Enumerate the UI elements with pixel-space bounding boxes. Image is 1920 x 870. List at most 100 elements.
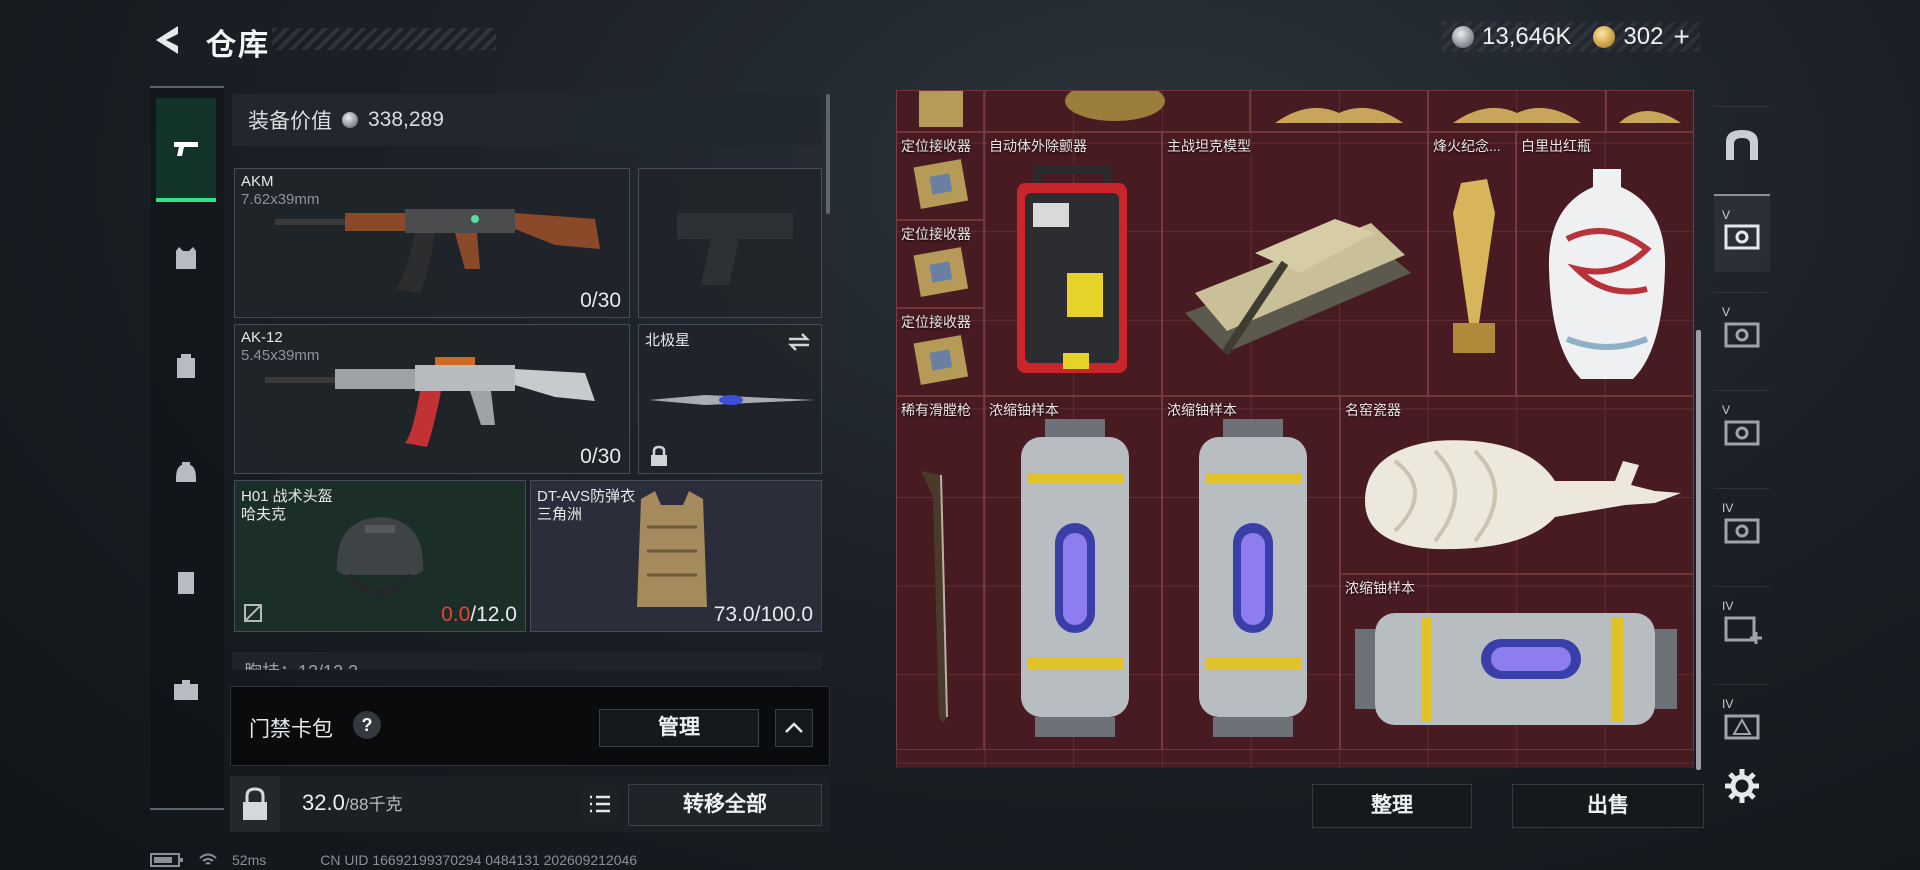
- receiver-image: [919, 91, 963, 127]
- list-icon: [590, 795, 610, 813]
- primary-weapon-slot[interactable]: AKM 7.62x39mm 0/30: [234, 168, 630, 318]
- manage-button[interactable]: 管理: [599, 709, 759, 747]
- nav-chest-rig[interactable]: [156, 530, 216, 634]
- stash-item-porcelain[interactable]: 名窑瓷器: [1340, 396, 1694, 574]
- collapse-button[interactable]: [775, 709, 813, 747]
- nav-weapon[interactable]: [156, 98, 216, 202]
- stash-scrollbar[interactable]: [1696, 330, 1701, 770]
- page-title: 仓库: [206, 29, 270, 62]
- gold-statue-image: [1453, 107, 1581, 123]
- armor-slot[interactable]: DT-AVS防弹衣 三角洲 73.0/100.0: [530, 480, 822, 632]
- helmet-slot[interactable]: H01 战术头盔 哈夫克 0.0/12.0: [234, 480, 526, 632]
- broken-icon: [244, 604, 262, 622]
- silver-coin-icon: [1452, 26, 1474, 48]
- stash-item-red-vase[interactable]: 白里出红瓶: [1516, 132, 1694, 396]
- secondary-weapon-slot[interactable]: AK-12 5.45x39mm 0/30: [234, 324, 630, 474]
- nav-case[interactable]: [156, 638, 216, 742]
- back-arrow-icon[interactable]: [148, 20, 184, 60]
- currency-bar: 13,646K 302 +: [1442, 21, 1700, 53]
- melee-name: 北极星: [645, 332, 691, 349]
- settings-gear-icon[interactable]: [1722, 766, 1762, 806]
- uranium-canister-image: [1199, 419, 1307, 737]
- add-currency-button[interactable]: +: [1673, 21, 1689, 53]
- lock-icon: [243, 787, 267, 820]
- sort-button[interactable]: 整理: [1312, 784, 1472, 828]
- gold-trophy-image: [1453, 179, 1495, 353]
- stash-item-partial[interactable]: [1428, 90, 1606, 132]
- left-nav: [150, 86, 224, 810]
- musket-image: [921, 471, 948, 723]
- helmet-durability: 0.0/12.0: [441, 603, 517, 626]
- stash-tab-3[interactable]: V: [1714, 390, 1770, 468]
- helmet-icon: [176, 462, 196, 482]
- stash-tab-2[interactable]: V: [1714, 292, 1770, 370]
- stash-item-uranium[interactable]: 浓缩铀样本: [1340, 574, 1694, 750]
- armor-vest-image: [637, 491, 707, 607]
- uranium-canister-image: [1021, 419, 1129, 737]
- defibrillator-image: [1017, 165, 1127, 373]
- stash-item-musket[interactable]: 稀有滑膛枪: [896, 396, 984, 750]
- uid-text: CN UID 16692199370294 0484131 2026092120…: [320, 852, 638, 868]
- stash-item-partial[interactable]: [1606, 90, 1694, 132]
- transfer-all-button[interactable]: 转移全部: [628, 784, 822, 826]
- armor-durability: 73.0/100.0: [713, 603, 813, 626]
- armor-vest-icon: [176, 247, 196, 269]
- stash-item-partial[interactable]: [984, 90, 1250, 132]
- title-stripe: [272, 28, 496, 50]
- lock-button[interactable]: [230, 776, 280, 832]
- stash-item-partial[interactable]: [1250, 90, 1428, 132]
- equipment-value: 338,289: [368, 108, 444, 131]
- equipment-scrollbar[interactable]: [826, 94, 830, 214]
- nav-armor[interactable]: [156, 206, 216, 310]
- gold-relic-image: [1065, 91, 1165, 121]
- silver-coin-icon: [342, 112, 358, 128]
- stash-item-tank-model[interactable]: 主战坦克模型: [1162, 132, 1428, 396]
- chest-rig-row[interactable]: 胸挂：12/12 2: [232, 652, 822, 670]
- swap-arrows-icon[interactable]: [785, 331, 813, 353]
- lock-icon: [651, 445, 667, 466]
- weight-bar: 32.0/88千克 转移全部: [230, 776, 830, 832]
- battery-icon: [150, 853, 183, 867]
- stash-tab-6[interactable]: IV: [1714, 684, 1770, 762]
- weapon-ammo: 0/30: [580, 289, 621, 312]
- ping-value: 52ms: [232, 852, 267, 868]
- red-vase-image: [1548, 169, 1666, 379]
- equipment-panel: 装备价值 338,289 AKM 7.62x39mm 0/30 AK-12 5.…: [232, 90, 832, 670]
- stash-item-partial[interactable]: [896, 90, 984, 132]
- wifi-icon: [199, 853, 217, 865]
- stash-grid: 定位接收器 定位接收器 定位接收器 自动体外除颤器 主战坦克模型 烽火纪念...…: [896, 90, 1694, 768]
- stash-tab-overview[interactable]: [1714, 106, 1770, 184]
- stash-item-receiver[interactable]: 定位接收器: [896, 308, 984, 396]
- backpack-icon: [177, 354, 195, 378]
- list-view-button[interactable]: [582, 786, 618, 822]
- receiver-image: [913, 335, 969, 385]
- sell-button[interactable]: 出售: [1512, 784, 1704, 828]
- stash-item-aed[interactable]: 自动体外除颤器: [984, 132, 1162, 396]
- nav-backpack[interactable]: [156, 314, 216, 418]
- stash-item-uranium[interactable]: 浓缩铀样本: [1162, 396, 1340, 750]
- silver-amount: 13,646K: [1482, 23, 1572, 50]
- akm-rifle-image: [275, 209, 600, 293]
- help-icon[interactable]: ?: [353, 711, 381, 739]
- melee-slot[interactable]: 北极星: [638, 324, 822, 474]
- porcelain-vase-image: [1365, 440, 1681, 550]
- ak12-rifle-image: [265, 357, 595, 447]
- gold-statue-image: [1619, 111, 1681, 123]
- stash-tab-1[interactable]: V: [1714, 194, 1770, 272]
- armor-brand: 三角洲: [537, 506, 583, 523]
- stash-tab-5[interactable]: IV: [1714, 586, 1770, 664]
- stash-item-uranium[interactable]: 浓缩铀样本: [984, 396, 1162, 750]
- stash-tab-4[interactable]: IV: [1714, 488, 1770, 566]
- stash-item-receiver[interactable]: 定位接收器: [896, 132, 984, 220]
- stash-item-receiver[interactable]: 定位接收器: [896, 220, 984, 308]
- stash-item-memorial[interactable]: 烽火纪念...: [1428, 132, 1516, 396]
- receiver-image: [913, 159, 969, 209]
- sidearm-slot[interactable]: [638, 168, 822, 318]
- arch-icon: [1726, 129, 1758, 160]
- helmet-brand: 哈夫克: [241, 506, 287, 523]
- tank-model-image: [1185, 219, 1411, 356]
- chest-rig-icon: [178, 572, 194, 594]
- equipment-value-bar: 装备价值 338,289: [232, 94, 822, 146]
- nav-helmet[interactable]: [156, 422, 216, 526]
- uranium-canister-image: [1355, 613, 1677, 725]
